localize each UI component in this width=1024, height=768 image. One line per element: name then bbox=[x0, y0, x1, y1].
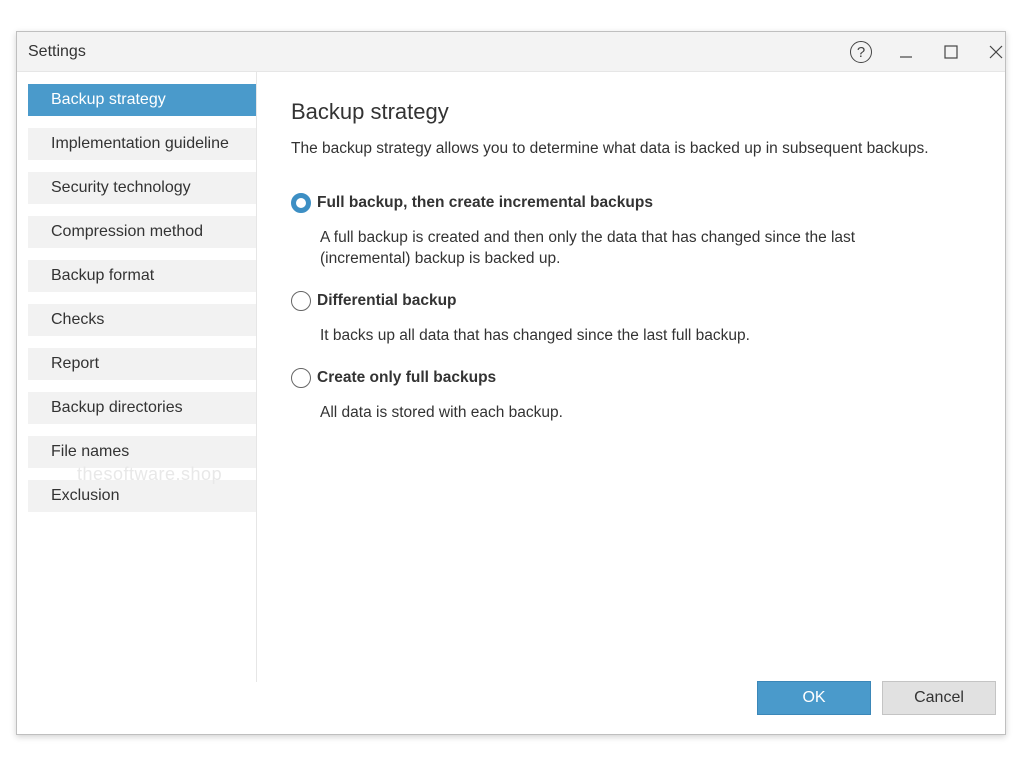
window-title: Settings bbox=[28, 43, 86, 60]
sidebar-item-compression-method[interactable]: Compression method bbox=[28, 216, 256, 248]
sidebar-item-backup-strategy[interactable]: Backup strategy bbox=[28, 84, 256, 116]
page-title: Backup strategy bbox=[291, 99, 449, 124]
option-label[interactable]: Full backup, then create incremental bac… bbox=[317, 193, 653, 213]
question-circle-icon: ? bbox=[850, 41, 872, 63]
ok-button[interactable]: OK bbox=[757, 681, 871, 715]
maximize-icon bbox=[944, 45, 958, 59]
radio-full-only[interactable] bbox=[291, 368, 311, 388]
sidebar-item-security-technology[interactable]: Security technology bbox=[28, 172, 256, 204]
sidebar-item-report[interactable]: Report bbox=[28, 348, 256, 380]
help-button[interactable]: ? bbox=[845, 38, 877, 66]
settings-sidebar: Backup strategy Implementation guideline… bbox=[17, 72, 257, 682]
option-description: A full backup is created and then only t… bbox=[320, 229, 856, 267]
sidebar-item-implementation-guideline[interactable]: Implementation guideline bbox=[28, 128, 256, 160]
option-description: It backs up all data that has changed si… bbox=[320, 327, 750, 344]
title-bar[interactable]: Settings ? bbox=[17, 32, 1005, 72]
option-description: All data is stored with each backup. bbox=[320, 404, 563, 421]
cancel-button[interactable]: Cancel bbox=[882, 681, 996, 715]
option-label[interactable]: Differential backup bbox=[317, 291, 457, 311]
minimize-icon bbox=[900, 56, 912, 58]
sidebar-item-backup-format[interactable]: Backup format bbox=[28, 260, 256, 292]
close-icon bbox=[989, 45, 1003, 59]
close-button[interactable] bbox=[980, 38, 1012, 66]
sidebar-item-exclusion[interactable]: Exclusion bbox=[28, 480, 256, 512]
option-label[interactable]: Create only full backups bbox=[317, 368, 496, 388]
page-description: The backup strategy allows you to determ… bbox=[291, 140, 929, 157]
sidebar-item-checks[interactable]: Checks bbox=[28, 304, 256, 336]
radio-differential[interactable] bbox=[291, 291, 311, 311]
settings-window: Settings ? Backup strategy Implementatio… bbox=[16, 31, 1006, 735]
sidebar-item-file-names[interactable]: File names bbox=[28, 436, 256, 468]
sidebar-item-backup-directories[interactable]: Backup directories bbox=[28, 392, 256, 424]
radio-full-incremental[interactable] bbox=[291, 193, 311, 213]
minimize-button[interactable] bbox=[890, 38, 922, 66]
maximize-button[interactable] bbox=[935, 38, 967, 66]
